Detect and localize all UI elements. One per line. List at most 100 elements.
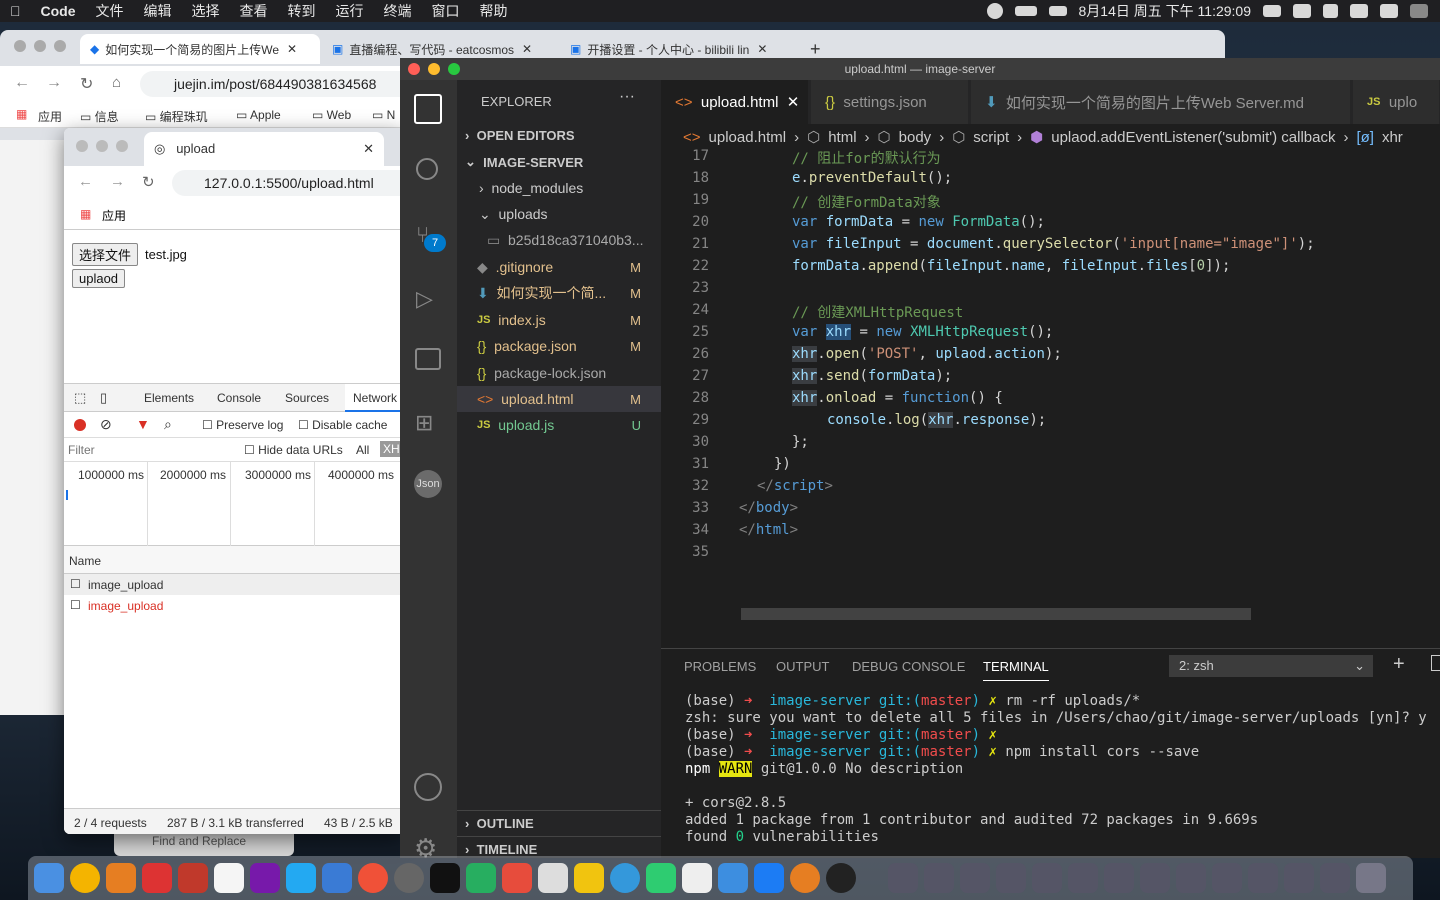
obs-icon[interactable] xyxy=(986,3,1003,19)
choose-file-button[interactable]: 选择文件 xyxy=(72,243,139,266)
browser-tab[interactable]: ◎ upload ✕ xyxy=(144,132,384,166)
gear-icon[interactable]: ⚙ xyxy=(414,833,437,858)
inspect-icon[interactable]: ⬚ xyxy=(74,390,86,406)
breadcrumb-item[interactable]: script xyxy=(973,129,1009,146)
forward-icon[interactable]: → xyxy=(46,74,62,92)
close-icon[interactable]: ✕ xyxy=(363,132,374,166)
minimize-dot[interactable] xyxy=(34,40,46,52)
minimized-window[interactable] xyxy=(1248,863,1278,893)
json-icon[interactable]: Json xyxy=(414,470,442,498)
menu-item[interactable]: 查看 xyxy=(230,1,278,21)
account-icon[interactable] xyxy=(414,773,442,801)
terminal-icon[interactable] xyxy=(430,863,460,893)
breadcrumb-item[interactable]: html xyxy=(828,129,856,146)
bookmark[interactable]: ▭ N xyxy=(372,108,395,122)
trash-icon[interactable] xyxy=(1356,863,1386,893)
browser-tab[interactable]: ◆ 如何实现一个简易的图片上传We ✕ xyxy=(80,34,320,64)
wifi-icon[interactable] xyxy=(1263,5,1281,17)
preserve-log-checkbox[interactable]: ☐ Preserve log xyxy=(202,418,283,432)
panel-tab[interactable]: OUTPUT xyxy=(776,659,829,674)
menu-item[interactable]: 终端 xyxy=(374,1,422,21)
minimized-window[interactable] xyxy=(888,863,918,893)
lightbulb-icon[interactable] xyxy=(574,863,604,893)
minimize-dot[interactable] xyxy=(96,140,108,152)
zoom-dot[interactable] xyxy=(54,40,66,52)
minimized-window[interactable] xyxy=(1140,863,1170,893)
typora-icon[interactable] xyxy=(682,863,712,893)
forward-icon[interactable]: → xyxy=(110,173,125,190)
devtools-tab[interactable]: Console xyxy=(217,391,261,405)
explorer-icon[interactable] xyxy=(414,94,442,124)
search-icon[interactable]: ⌕ xyxy=(164,416,172,433)
timeline-section[interactable]: › TIMELINE xyxy=(457,836,661,858)
close-icon[interactable]: ✕ xyxy=(522,42,532,56)
minimized-window[interactable] xyxy=(1068,863,1098,893)
zotero-icon[interactable] xyxy=(178,863,208,893)
menu-item[interactable]: 帮助 xyxy=(470,1,518,21)
onenote-icon[interactable] xyxy=(250,863,280,893)
table-row[interactable]: ☐ image_upload xyxy=(64,595,404,616)
minimized-window[interactable] xyxy=(1032,863,1062,893)
new-terminal-icon[interactable]: + xyxy=(1393,653,1405,676)
obs-dock-icon[interactable] xyxy=(394,863,424,893)
device-icon[interactable]: ▯ xyxy=(100,390,107,406)
tree-item-active[interactable]: <> upload.html M xyxy=(457,386,661,412)
zoom-dot[interactable] xyxy=(448,63,460,75)
battery-icon[interactable] xyxy=(1014,6,1037,16)
minimized-window[interactable] xyxy=(1320,863,1350,893)
close-icon[interactable]: ✕ xyxy=(287,42,297,56)
find-replace-window[interactable]: Find and Replace xyxy=(114,834,294,856)
wechat-icon[interactable] xyxy=(1293,4,1311,18)
search-icon[interactable] xyxy=(416,158,438,180)
devtools-tab-network[interactable]: Network xyxy=(345,384,404,412)
filter-all[interactable]: All xyxy=(356,443,369,457)
terminal-select[interactable]: 2: zsh ⌄ xyxy=(1169,655,1373,677)
mail-icon[interactable] xyxy=(538,863,568,893)
close-dot[interactable] xyxy=(14,40,26,52)
split-terminal-icon[interactable] xyxy=(1431,655,1440,671)
tree-item[interactable]: {} package-lock.json xyxy=(457,360,661,386)
chrome-icon[interactable] xyxy=(70,863,100,893)
parallels-icon[interactable] xyxy=(142,863,172,893)
wechat-dock-icon[interactable] xyxy=(646,863,676,893)
tab-settings-json[interactable]: {} settings.json xyxy=(811,80,969,124)
clear-icon[interactable]: ⊘ xyxy=(100,416,112,433)
tab-upload-html[interactable]: <> upload.html ✕ xyxy=(661,80,809,124)
notes-icon[interactable] xyxy=(214,863,244,893)
git-client-icon[interactable] xyxy=(502,863,532,893)
tree-item[interactable]: JS index.js M xyxy=(457,307,661,333)
compass-icon[interactable] xyxy=(790,863,820,893)
app-menu[interactable]: Code xyxy=(31,3,86,19)
minimized-window[interactable] xyxy=(960,863,990,893)
apps-icon[interactable]: ▦ xyxy=(80,207,91,221)
close-dot[interactable] xyxy=(76,140,88,152)
project-section[interactable]: ⌄ IMAGE-SERVER xyxy=(457,149,661,175)
tab-upload-js[interactable]: JS uplo xyxy=(1353,80,1440,124)
reload-icon[interactable]: ↻ xyxy=(80,74,93,94)
zoom-dot[interactable] xyxy=(116,140,128,152)
breadcrumb-item[interactable]: xhr xyxy=(1382,129,1403,146)
bookmark[interactable]: 应用 xyxy=(102,207,126,224)
menu-item[interactable]: 转到 xyxy=(278,1,326,21)
input-method-icon[interactable] xyxy=(1323,4,1338,18)
close-icon[interactable]: ✕ xyxy=(787,93,800,111)
address-bar[interactable]: 127.0.0.1:5500/upload.html xyxy=(172,170,404,196)
panel-tab-terminal[interactable]: TERMINAL xyxy=(983,659,1049,681)
books-app-icon[interactable] xyxy=(322,863,352,893)
extensions-icon[interactable]: ⊞ xyxy=(415,410,433,436)
apps-icon[interactable]: ▦ xyxy=(16,107,27,121)
control-center-icon[interactable] xyxy=(1380,4,1398,18)
tree-item[interactable]: ◆ .gitignore M xyxy=(457,254,661,280)
qc-icon[interactable] xyxy=(466,863,496,893)
close-dot[interactable] xyxy=(408,63,420,75)
reload-icon[interactable]: ↻ xyxy=(142,173,155,191)
tree-item[interactable]: ⬇ 如何实现一个简... M xyxy=(457,280,661,306)
panel-tab[interactable]: DEBUG CONSOLE xyxy=(852,659,965,674)
outline-section[interactable]: › OUTLINE xyxy=(457,810,661,836)
minimized-window[interactable] xyxy=(996,863,1026,893)
column-header[interactable]: Name xyxy=(69,554,101,568)
app-store-icon[interactable] xyxy=(754,863,784,893)
minimize-dot[interactable] xyxy=(428,63,440,75)
breadcrumb-item[interactable]: upload.html xyxy=(709,129,787,146)
home-icon[interactable]: ⌂ xyxy=(112,74,121,91)
